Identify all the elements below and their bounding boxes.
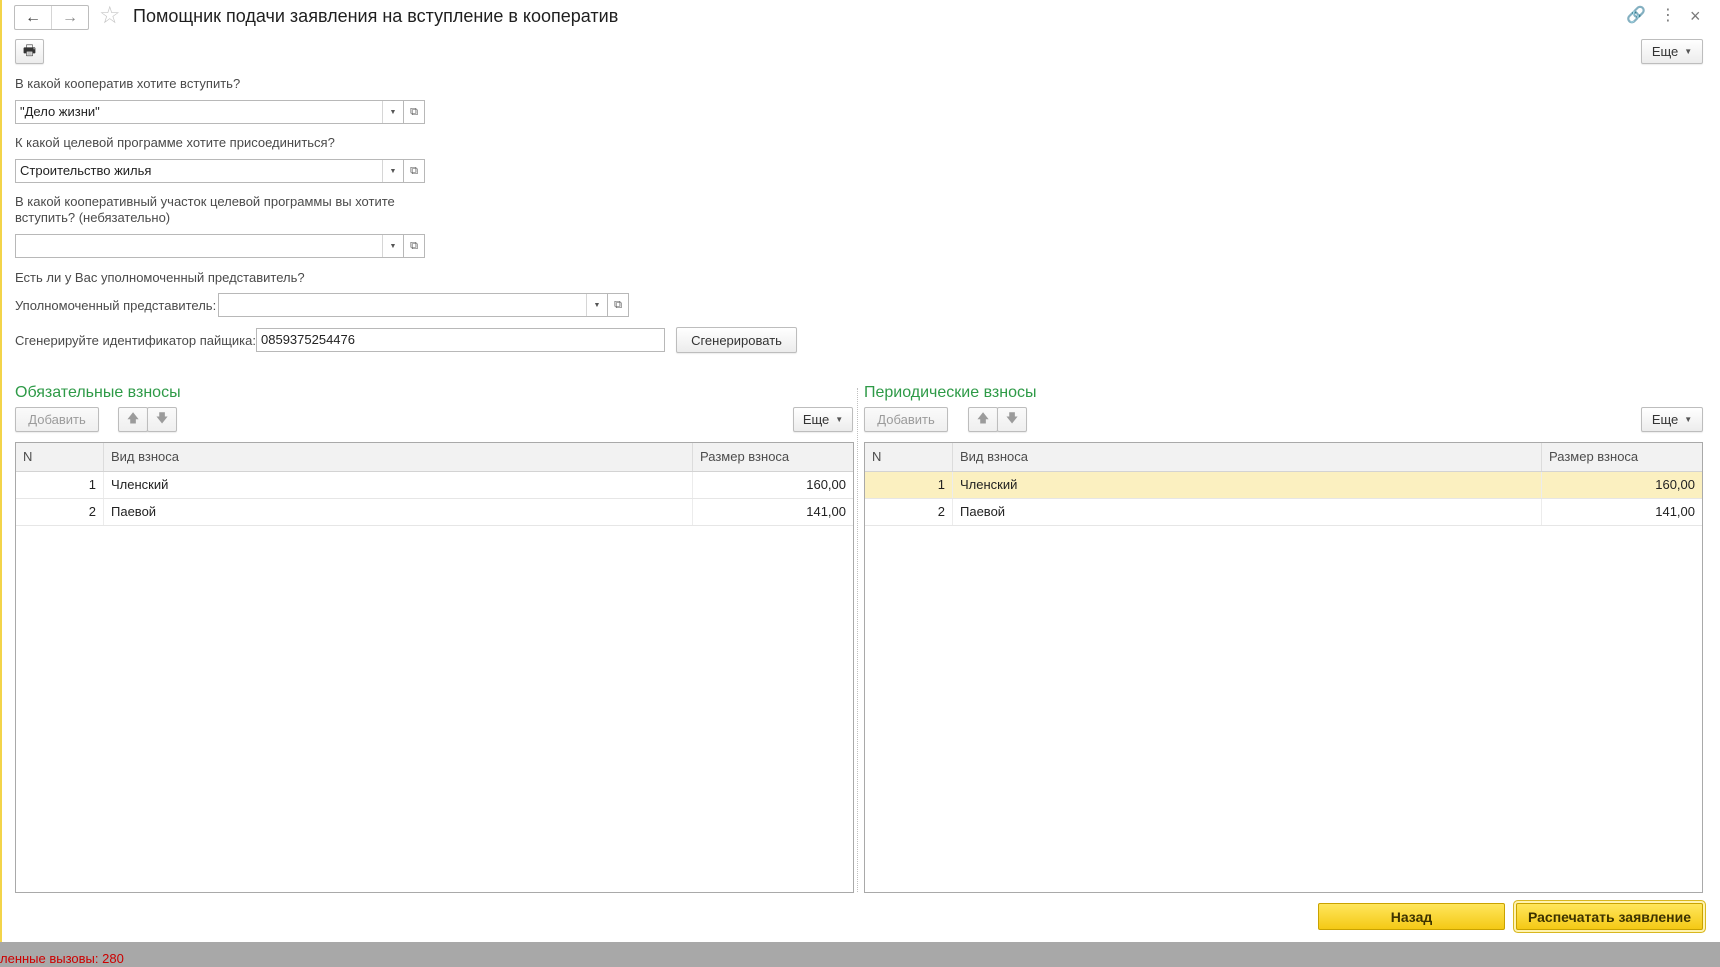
- section-field-value[interactable]: [16, 235, 382, 257]
- print-application-button[interactable]: Распечатать заявление: [1516, 903, 1703, 930]
- table-header: N Вид взноса Размер взноса: [16, 443, 853, 472]
- more-button-label: Еще: [1651, 412, 1679, 427]
- dropdown-arrow-icon[interactable]: ▼: [382, 160, 403, 182]
- back-button-label: Назад: [1390, 908, 1433, 925]
- mandatory-more-button[interactable]: Еще ▼: [793, 407, 853, 432]
- arrow-up-icon: 🡅: [126, 411, 140, 425]
- coop-field-value[interactable]: "Дело жизни": [16, 101, 382, 123]
- periodic-table[interactable]: N Вид взноса Размер взноса 1 Членский 16…: [864, 442, 1703, 893]
- periodic-more-button[interactable]: Еще ▼: [1641, 407, 1703, 432]
- column-header-size[interactable]: Размер взноса: [693, 443, 853, 471]
- mandatory-move-down-button[interactable]: 🡇: [147, 407, 177, 432]
- generate-button[interactable]: Сгенерировать: [676, 327, 797, 353]
- mandatory-move-up-button[interactable]: 🡅: [118, 407, 148, 432]
- forward-arrow-icon[interactable]: →: [51, 6, 88, 29]
- arrow-up-icon: 🡅: [976, 411, 990, 425]
- representative-field-value[interactable]: [219, 294, 586, 316]
- chevron-down-icon: ▼: [1684, 415, 1693, 424]
- left-accent-bar: [0, 0, 2, 942]
- section-field[interactable]: ▼ ⧉: [15, 234, 425, 258]
- dropdown-arrow-icon[interactable]: ▼: [586, 294, 607, 316]
- row-kind: Паевой: [104, 499, 693, 525]
- printer-icon: 🖶: [22, 41, 37, 58]
- representative-question-label: Есть ли у Вас уполномоченный представите…: [15, 270, 305, 285]
- dropdown-arrow-icon[interactable]: ▼: [382, 235, 403, 257]
- column-header-n[interactable]: N: [16, 443, 104, 471]
- arrow-down-icon: 🡇: [155, 411, 169, 425]
- link-icon[interactable]: 🔗: [1626, 6, 1646, 26]
- row-kind: Паевой: [953, 499, 1542, 525]
- arrow-down-icon: 🡇: [1005, 411, 1019, 425]
- row-size: 141,00: [1655, 504, 1695, 519]
- row-number: 2: [865, 499, 953, 525]
- row-size: 160,00: [806, 477, 846, 492]
- chevron-down-icon: ▼: [835, 415, 844, 424]
- favorite-star-icon[interactable]: ☆: [99, 3, 121, 29]
- column-header-size[interactable]: Размер взноса: [1542, 443, 1702, 471]
- periodic-move-down-button[interactable]: 🡇: [997, 407, 1027, 432]
- periodic-section-title: Периодические взносы: [864, 384, 1037, 401]
- periodic-add-button[interactable]: Добавить: [864, 407, 948, 432]
- generate-button-label: Сгенерировать: [691, 332, 782, 348]
- mandatory-table[interactable]: N Вид взноса Размер взноса 1 Членский 16…: [15, 442, 854, 893]
- dropdown-arrow-icon[interactable]: ▼: [382, 101, 403, 123]
- nav-buttons: ← →: [14, 5, 89, 30]
- add-button-label: Добавить: [28, 412, 86, 427]
- add-button-label: Добавить: [877, 412, 935, 427]
- coop-question-label: В какой кооператив хотите вступить?: [15, 76, 241, 91]
- mandatory-add-button[interactable]: Добавить: [15, 407, 99, 432]
- row-size: 141,00: [806, 504, 846, 519]
- table-row[interactable]: 2 Паевой 141,00: [16, 499, 853, 526]
- table-row-selected[interactable]: 1 Членский 160,00: [865, 472, 1702, 499]
- row-number: 2: [16, 499, 104, 525]
- table-row[interactable]: 2 Паевой 141,00: [865, 499, 1702, 526]
- back-arrow-icon[interactable]: ←: [15, 6, 51, 29]
- mandatory-section-title: Обязательные взносы: [15, 384, 181, 401]
- program-field[interactable]: Строительство жилья ▼ ⧉: [15, 159, 425, 183]
- open-form-icon[interactable]: ⧉: [403, 160, 424, 182]
- more-menu-icon[interactable]: ⋮: [1660, 6, 1676, 26]
- column-header-n[interactable]: N: [865, 443, 953, 471]
- table-header: N Вид взноса Размер взноса: [865, 443, 1702, 472]
- more-button-label: Еще: [1651, 44, 1679, 59]
- row-number: 1: [16, 472, 104, 498]
- member-id-label: Сгенерируйте идентификатор пайщика:: [15, 333, 257, 348]
- row-kind: Членский: [953, 472, 1542, 498]
- print-button[interactable]: 🖶: [15, 39, 44, 64]
- print-application-label: Распечатать заявление: [1527, 908, 1692, 925]
- page-title: Помощник подачи заявления на вступление …: [133, 6, 619, 26]
- open-form-icon[interactable]: ⧉: [403, 101, 424, 123]
- column-header-kind[interactable]: Вид взноса: [953, 443, 1542, 471]
- status-text: ленные вызовы: 280: [0, 951, 124, 966]
- back-button[interactable]: Назад: [1318, 903, 1505, 930]
- more-button[interactable]: Еще ▼: [1641, 39, 1703, 64]
- status-bar: [0, 942, 1720, 967]
- coop-field[interactable]: "Дело жизни" ▼ ⧉: [15, 100, 425, 124]
- close-icon[interactable]: ×: [1690, 6, 1701, 26]
- representative-field[interactable]: ▼ ⧉: [218, 293, 629, 317]
- program-question-label: К какой целевой программе хотите присоед…: [15, 135, 335, 150]
- row-number: 1: [865, 472, 953, 498]
- chevron-down-icon: ▼: [1684, 47, 1693, 56]
- program-field-value[interactable]: Строительство жилья: [16, 160, 382, 182]
- section-question-label: В какой кооперативный участок целевой пр…: [15, 194, 395, 225]
- row-size: 160,00: [1655, 477, 1695, 492]
- open-form-icon[interactable]: ⧉: [403, 235, 424, 257]
- panel-splitter[interactable]: [857, 388, 858, 892]
- periodic-move-up-button[interactable]: 🡅: [968, 407, 998, 432]
- representative-label: Уполномоченный представитель:: [15, 298, 217, 313]
- table-row[interactable]: 1 Членский 160,00: [16, 472, 853, 499]
- column-header-kind[interactable]: Вид взноса: [104, 443, 693, 471]
- more-button-label: Еще: [802, 412, 830, 427]
- row-kind: Членский: [104, 472, 693, 498]
- member-id-input[interactable]: 0859375254476: [256, 328, 665, 352]
- open-form-icon[interactable]: ⧉: [607, 294, 628, 316]
